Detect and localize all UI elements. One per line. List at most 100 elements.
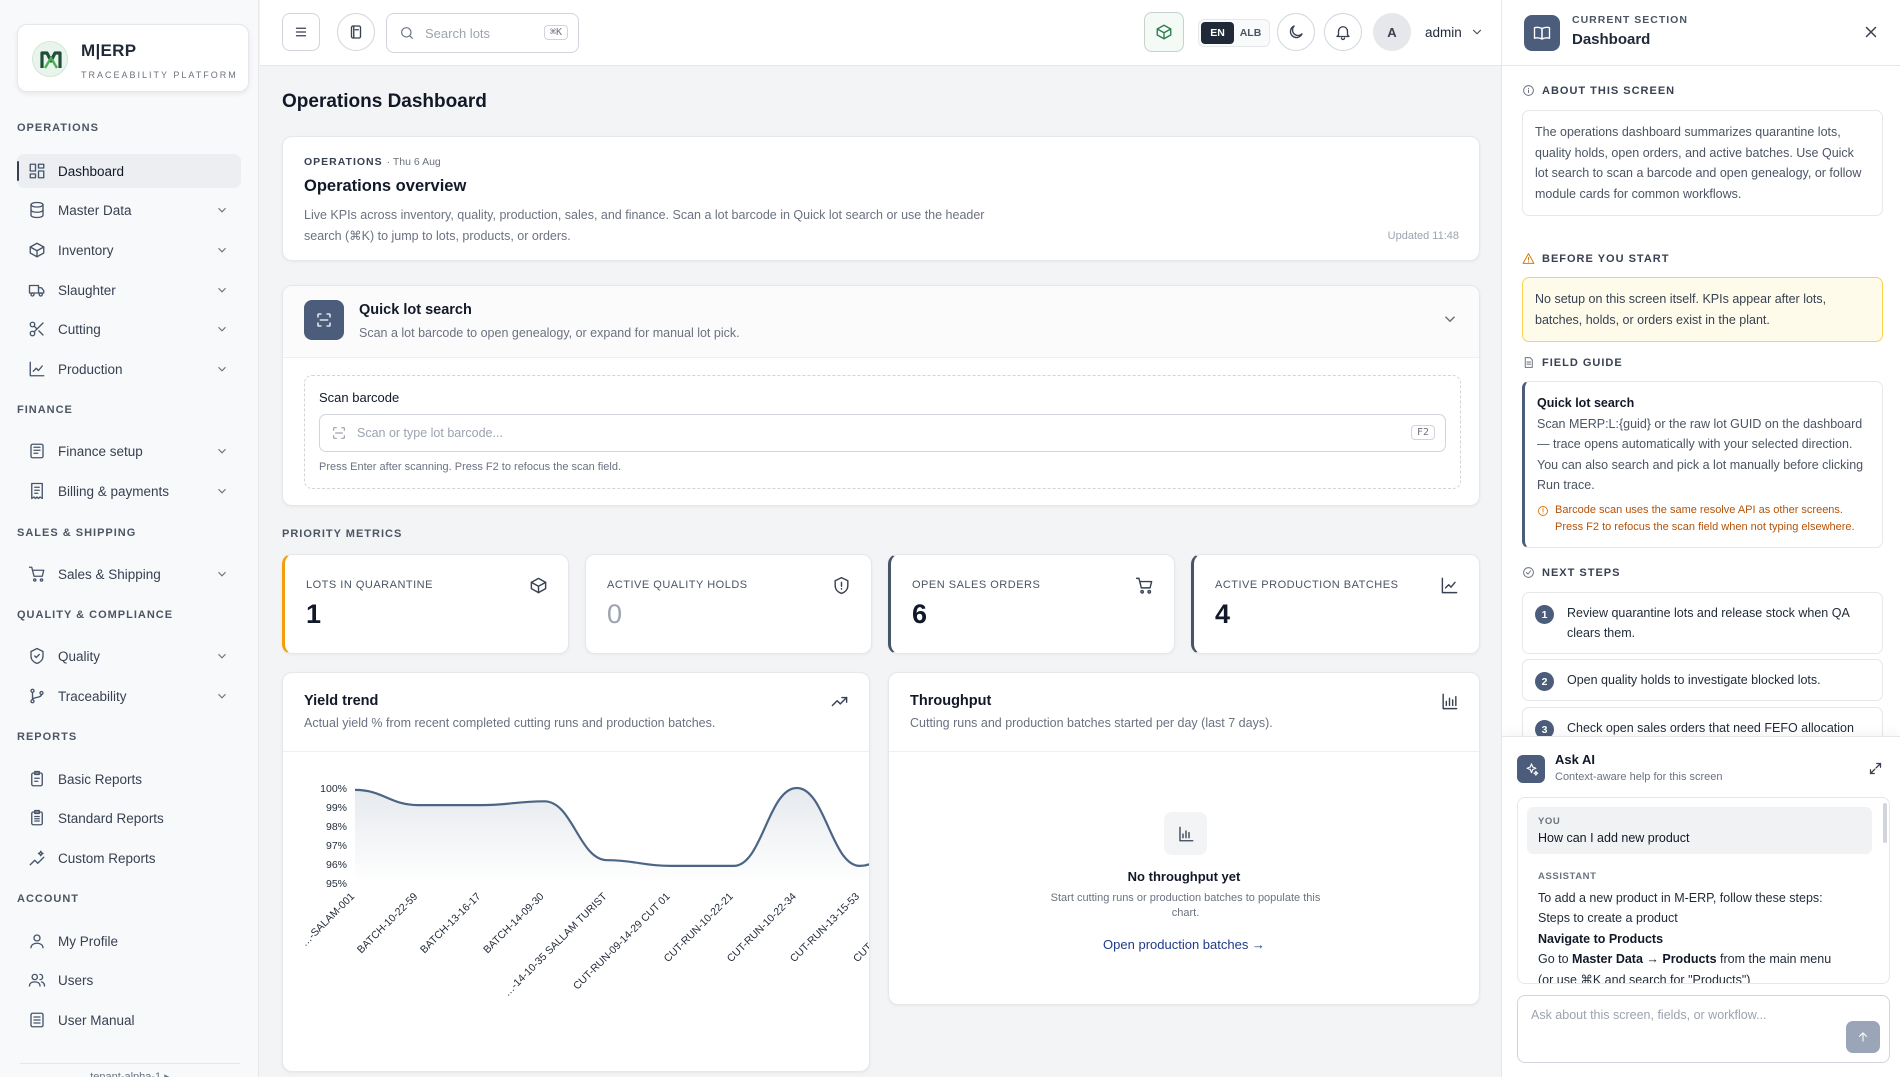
ask-ai-input[interactable]: Ask about this screen, fields, or workfl… [1517, 995, 1890, 1063]
scan-hint: Press Enter after scanning. Press F2 to … [319, 461, 622, 473]
clipboard-list-icon [31, 809, 43, 826]
sidebar-item-standard-reports[interactable]: Standard Reports [17, 801, 241, 835]
x-tick-label: …-14-10-35 SALLAM TURIST [501, 890, 610, 999]
user-menu[interactable]: A admin [1373, 13, 1484, 51]
notifications-button[interactable] [1324, 13, 1362, 51]
sidebar-item-sales-shipping[interactable]: Sales & Shipping [17, 557, 241, 591]
chevron-down-icon [218, 693, 226, 699]
field-guide-title: Quick lot search [1537, 396, 1635, 410]
sidebar-item-quality[interactable]: Quality [17, 639, 241, 673]
shield-alert-icon [834, 576, 849, 595]
box-icon [29, 242, 45, 258]
sidebar-item-production[interactable]: Production [17, 352, 241, 386]
arrow-up-icon [1858, 1032, 1868, 1042]
send-button[interactable] [1846, 1021, 1880, 1053]
y-tick-label: 98% [326, 821, 347, 833]
lang-en-button[interactable]: EN [1201, 22, 1234, 44]
field-label-text: FIELD GUIDE [1542, 356, 1623, 369]
assistant-line: Navigate to Products [1538, 929, 1869, 950]
scan-barcode-input[interactable]: Scan or type lot barcode... F2 [319, 414, 1446, 452]
brand-card[interactable]: M|ERP TRACEABILITY PLATFORM [17, 24, 249, 92]
throughput-empty-description: Start cutting runs or production batches… [1050, 892, 1321, 919]
top-header: Search lots ⌘K EN ALB A admin [260, 0, 1501, 66]
section-operations: OPERATIONS [17, 122, 99, 134]
scan-barcode-box: Scan barcode Scan or type lot barcode...… [304, 375, 1461, 489]
sidebar-item-label: Basic Reports [58, 771, 143, 787]
plant-selector-button[interactable] [1144, 12, 1184, 52]
scan-barcode-label: Scan barcode [319, 390, 400, 405]
kpi-active-quality-holds[interactable]: ACTIVE QUALITY HOLDS 0 [585, 554, 872, 654]
quick-lot-title: Quick lot search [359, 302, 472, 318]
sidebar-item-dashboard[interactable]: Dashboard [17, 154, 241, 188]
theme-toggle-button[interactable] [1277, 13, 1315, 51]
sidebar-item-traceability[interactable]: Traceability [17, 679, 241, 713]
message-text: How can I add new product [1538, 831, 1690, 845]
search-shortcut: ⌘K [543, 25, 568, 40]
sidebar-item-billing[interactable]: Billing & payments [17, 474, 241, 508]
sidebar-item-label: Finance setup [58, 443, 143, 459]
user-name: admin [1425, 24, 1462, 40]
chat-history[interactable]: YOU How can I add new product ASSISTANT … [1517, 797, 1890, 984]
book-open-icon [1524, 15, 1560, 51]
tenant-switcher[interactable]: tenant-alpha-1 ▸ [20, 1063, 240, 1077]
clipboard-icon [31, 770, 43, 787]
sidebar-item-label: Traceability [58, 688, 127, 704]
next-step-item[interactable]: 2 Open quality holds to investigate bloc… [1522, 659, 1883, 701]
menu-toggle-button[interactable] [282, 13, 320, 51]
chevron-down-icon [218, 571, 226, 577]
x-tick-label: CUT-RUN-10-22-34 [725, 891, 799, 965]
sidebar: M|ERP TRACEABILITY PLATFORM OPERATIONS D… [0, 0, 259, 1077]
ask-ai-placeholder: Ask about this screen, fields, or workfl… [1531, 1008, 1767, 1022]
assistant-line: To add a new product in M-ERP, follow th… [1538, 890, 1823, 905]
kpi-open-sales-orders[interactable]: OPEN SALES ORDERS 6 [888, 554, 1175, 654]
quick-lot-header[interactable]: Quick lot search Scan a lot barcode to o… [283, 286, 1479, 358]
global-search-input[interactable]: Search lots ⌘K [386, 13, 579, 53]
cart-icon [1135, 577, 1153, 594]
help-guide-button[interactable] [337, 13, 375, 51]
alert-circle-icon [1538, 505, 1548, 516]
sidebar-item-slaughter[interactable]: Slaughter [17, 273, 241, 307]
next-step-item[interactable]: 1 Review quarantine lots and release sto… [1522, 592, 1883, 654]
trending-up-icon [831, 696, 848, 707]
user-icon [30, 934, 44, 949]
close-icon[interactable] [1862, 23, 1880, 41]
sidebar-item-custom-reports[interactable]: Custom Reports [17, 841, 241, 875]
avatar: A [1373, 13, 1411, 51]
ask-ai-panel: Ask AI Context-aware help for this scree… [1502, 736, 1900, 1077]
sidebar-item-user-manual[interactable]: User Manual [17, 1003, 241, 1037]
open-production-batches-link[interactable]: Open production batches → [889, 937, 1479, 952]
overview-description: Live KPIs across inventory, quality, pro… [304, 208, 985, 243]
ledger-icon [30, 443, 44, 459]
kpi-lots-in-quarantine[interactable]: LOTS IN QUARANTINE 1 [282, 554, 569, 654]
yield-trend-header: Yield trend Actual yield % from recent c… [283, 673, 869, 752]
scan-placeholder: Scan or type lot barcode... [357, 426, 503, 440]
step-text: Review quarantine lots and release stock… [1567, 606, 1850, 640]
chevron-down-icon [218, 326, 226, 332]
kpi-value: 0 [607, 599, 623, 629]
chat-scrollbar[interactable] [1883, 803, 1887, 843]
check-circle-icon [1523, 567, 1534, 578]
sidebar-item-cutting[interactable]: Cutting [17, 312, 241, 346]
user-message: YOU How can I add new product [1527, 807, 1872, 854]
throughput-empty-title: No throughput yet [1127, 869, 1241, 884]
field-guide-note: Barcode scan uses the same resolve API a… [1537, 502, 1870, 536]
kpi-value: 1 [306, 599, 322, 629]
sidebar-item-label: Custom Reports [58, 850, 156, 866]
y-tick-label: 99% [326, 802, 347, 814]
lang-alb-button[interactable]: ALB [1234, 22, 1267, 44]
sidebar-item-master-data[interactable]: Master Data [17, 193, 241, 227]
sidebar-item-finance-setup[interactable]: Finance setup [17, 434, 241, 468]
sidebar-item-label: My Profile [58, 933, 119, 949]
sidebar-item-inventory[interactable]: Inventory [17, 233, 241, 267]
search-placeholder: Search lots [425, 25, 491, 41]
sidebar-item-my-profile[interactable]: My Profile [17, 924, 241, 958]
assistant-message: ASSISTANT To add a new product in M-ERP,… [1527, 854, 1880, 983]
sidebar-item-basic-reports[interactable]: Basic Reports [17, 762, 241, 796]
section-sales: SALES & SHIPPING [17, 527, 137, 539]
x-tick-label: CUT-RUN-13-15-53 [788, 891, 862, 965]
chevron-down-icon[interactable] [1441, 310, 1459, 328]
kpi-active-production-batches[interactable]: ACTIVE PRODUCTION BATCHES 4 [1191, 554, 1480, 654]
manual-icon [30, 1012, 44, 1028]
sidebar-item-users[interactable]: Users [17, 963, 241, 997]
expand-icon[interactable] [1868, 761, 1883, 776]
